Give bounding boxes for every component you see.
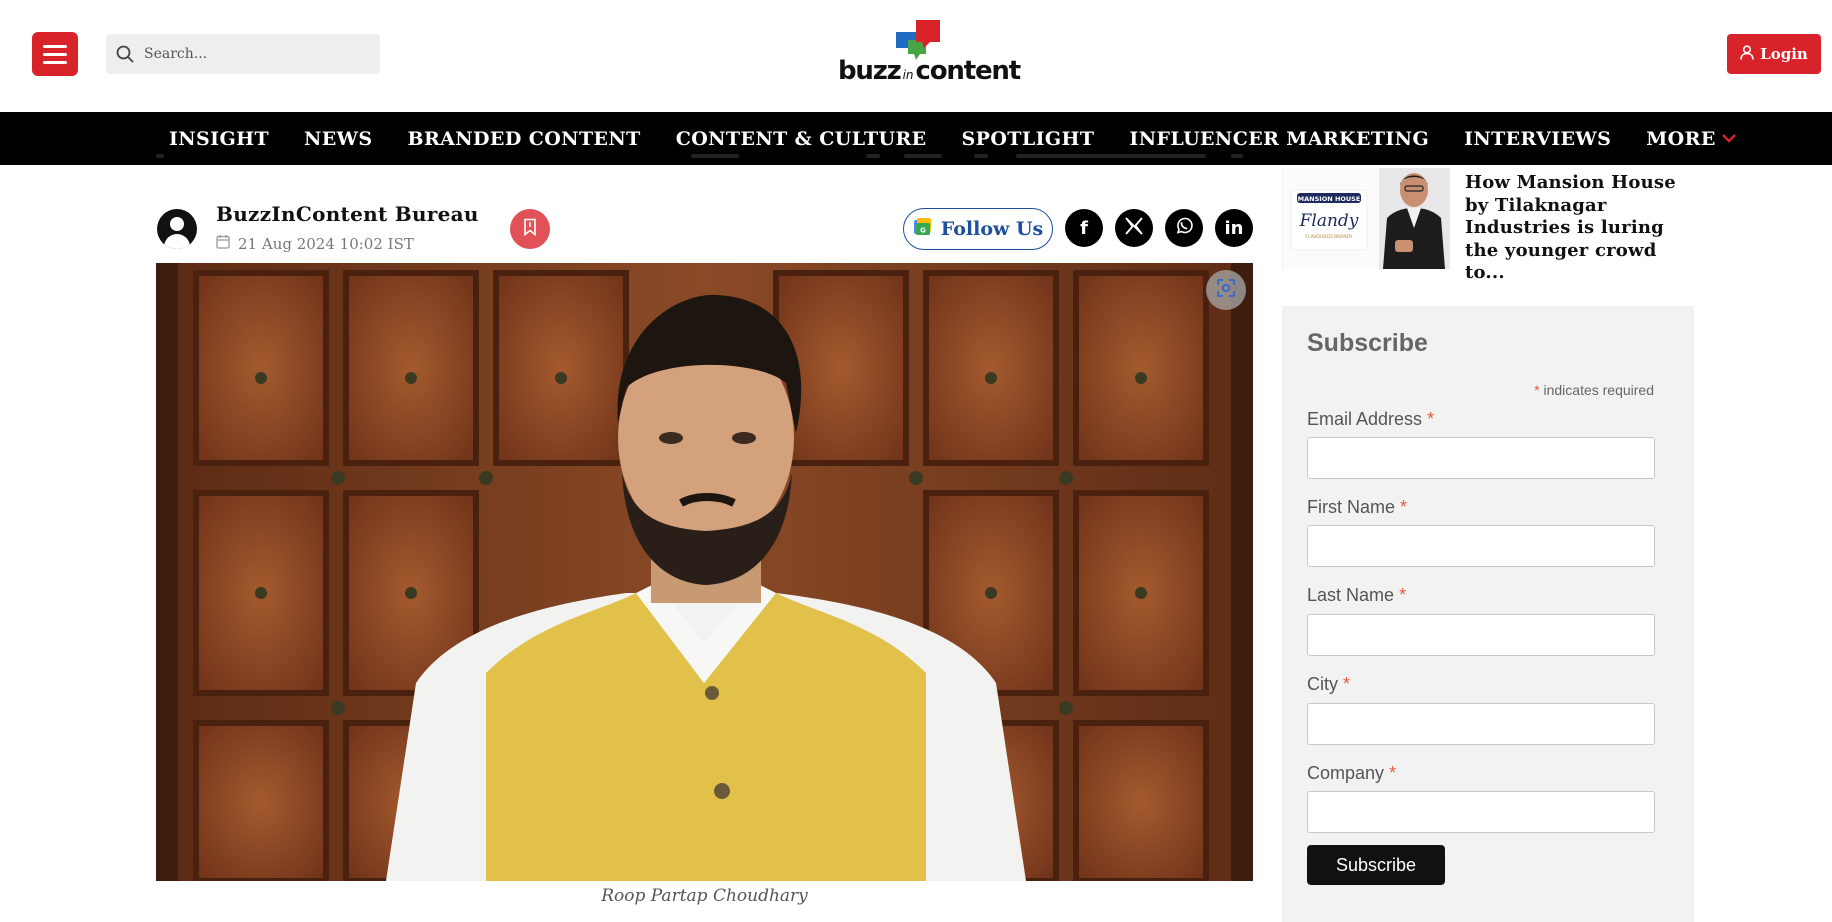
cutoff-text-line	[156, 148, 1252, 170]
thumb-brand-text: MANSION HOUSE	[1298, 195, 1361, 203]
logo-word-content: content	[915, 56, 1022, 86]
menu-icon-bar	[43, 60, 67, 64]
publish-date-text: 21 Aug 2024 10:02 IST	[238, 234, 414, 253]
required-star: *	[1427, 409, 1435, 429]
required-star: *	[1400, 497, 1408, 517]
city-label: City *	[1307, 674, 1350, 695]
first-name-label: First Name *	[1307, 497, 1407, 518]
search-input[interactable]	[144, 46, 364, 62]
required-star: *	[1343, 674, 1351, 694]
image-caption: Roop Partap Choudhary	[601, 886, 808, 906]
x-icon	[1124, 216, 1144, 240]
related-article-thumbnail: MANSION HOUSE Flandy FLAVOURED BRANDY	[1283, 168, 1450, 269]
required-star: *	[1399, 585, 1407, 605]
author-avatar	[157, 209, 197, 249]
logo-word-buzz: buzz	[838, 56, 902, 86]
email-label-text: Email Address	[1307, 409, 1423, 429]
last-name-label-text: Last Name	[1307, 585, 1395, 605]
subscribe-title: Subscribe	[1307, 329, 1428, 357]
menu-icon-bar	[43, 44, 67, 48]
site-header: buzzincontent Login	[0, 0, 1832, 112]
company-label-text: Company	[1307, 763, 1385, 783]
required-note: * indicates required	[1534, 382, 1654, 398]
required-note-text: indicates required	[1543, 382, 1654, 398]
first-name-field[interactable]	[1307, 525, 1655, 567]
login-button[interactable]: Login	[1727, 34, 1821, 74]
search-box[interactable]	[106, 34, 380, 74]
logo-word-in: in	[902, 68, 914, 82]
subscribe-button[interactable]: Subscribe	[1307, 845, 1445, 885]
thumb-sub-text: FLAVOURED BRANDY	[1305, 234, 1352, 240]
image-scan-button[interactable]	[1206, 270, 1246, 310]
svg-text:G: G	[920, 226, 926, 234]
email-field[interactable]	[1307, 437, 1655, 479]
search-icon	[106, 34, 144, 74]
related-article-title[interactable]: How Mansion House by Tilaknagar Industri…	[1465, 172, 1690, 285]
menu-icon-bar	[43, 52, 67, 56]
nav-item-content-culture[interactable]: CONTENT & CULTURE	[676, 128, 927, 150]
nav-more-label: MORE	[1646, 127, 1716, 150]
follow-us-label: Follow Us	[940, 218, 1044, 240]
email-label: Email Address *	[1307, 409, 1434, 430]
required-star: *	[1389, 763, 1397, 783]
publish-date: 21 Aug 2024 10:02 IST	[216, 234, 414, 253]
bookmark-icon	[523, 218, 537, 240]
whatsapp-icon	[1174, 216, 1194, 241]
author-name[interactable]: BuzzInContent Bureau	[216, 202, 479, 226]
linkedin-share-button[interactable]: in	[1215, 209, 1253, 247]
nav-item-insight[interactable]: INSIGHT	[169, 128, 269, 150]
city-label-text: City	[1307, 674, 1338, 694]
article-hero-image	[156, 263, 1253, 881]
nav-item-branded-content[interactable]: BRANDED CONTENT	[408, 128, 641, 150]
company-label: Company *	[1307, 763, 1396, 784]
x-share-button[interactable]	[1115, 209, 1153, 247]
login-label: Login	[1760, 45, 1808, 63]
required-star: *	[1534, 382, 1540, 398]
subscribe-form: Subscribe * indicates required Email Add…	[1282, 306, 1694, 922]
city-field[interactable]	[1307, 703, 1655, 745]
nav-item-news[interactable]: NEWS	[304, 128, 373, 150]
user-icon	[1740, 44, 1754, 64]
follow-us-button[interactable]: G Follow Us	[903, 208, 1053, 250]
facebook-share-button[interactable]: f	[1065, 209, 1103, 247]
related-article-card[interactable]: MANSION HOUSE Flandy FLAVOURED BRANDY Ho…	[1282, 168, 1694, 283]
calendar-icon	[216, 234, 230, 253]
scan-icon	[1216, 278, 1236, 302]
hamburger-menu-button[interactable]	[32, 32, 78, 76]
nav-item-influencer-marketing[interactable]: INFLUENCER MARKETING	[1129, 128, 1429, 150]
linkedin-icon: in	[1224, 217, 1244, 239]
nav-item-interviews[interactable]: INTERVIEWS	[1464, 128, 1611, 150]
facebook-icon: f	[1080, 217, 1088, 239]
last-name-field[interactable]	[1307, 614, 1655, 656]
site-logo[interactable]: buzz incontent	[836, 18, 1021, 88]
nav-item-spotlight[interactable]: SPOTLIGHT	[962, 128, 1095, 150]
chevron-down-icon	[1721, 131, 1736, 147]
last-name-label: Last Name *	[1307, 585, 1406, 606]
whatsapp-share-button[interactable]	[1165, 209, 1203, 247]
company-field[interactable]	[1307, 791, 1655, 833]
thumb-product-text: Flandy	[1299, 211, 1359, 231]
nav-item-more[interactable]: MORE	[1646, 127, 1736, 150]
first-name-label-text: First Name	[1307, 497, 1396, 517]
google-news-icon: G	[913, 217, 933, 242]
bookmark-button[interactable]	[510, 209, 550, 249]
